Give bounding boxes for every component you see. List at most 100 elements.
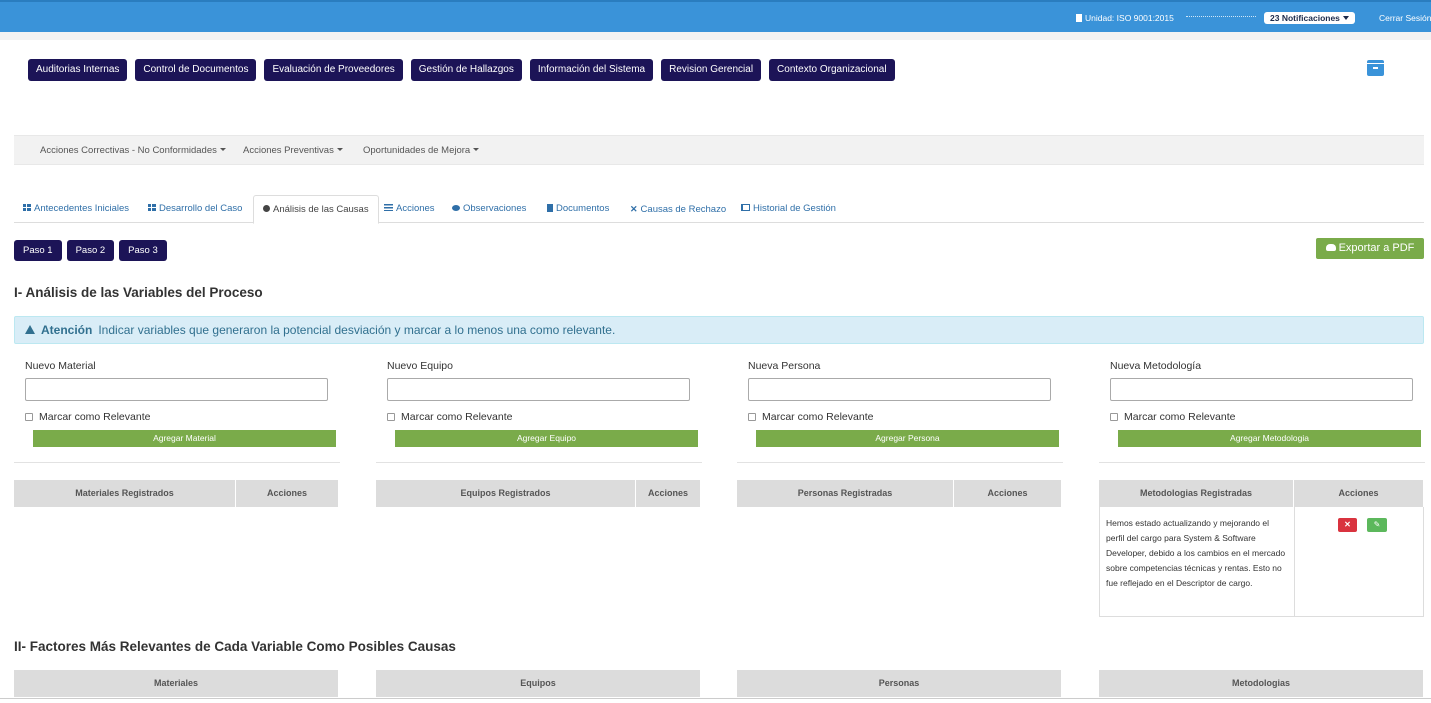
tab-antecedentes[interactable]: Antecedentes Iniciales — [14, 195, 138, 223]
metodologia-relevant-checkbox[interactable] — [1110, 413, 1118, 421]
tab-label: Desarrollo del Caso — [159, 203, 243, 214]
persona-relevant-checkbox[interactable] — [748, 413, 756, 421]
attention-alert: Atención Indicar variables que generaron … — [14, 316, 1424, 344]
info-icon — [263, 205, 270, 212]
alert-text: Indicar variables que generaron la poten… — [98, 323, 616, 337]
menu-label: Acciones Correctivas - No Conformidades — [40, 145, 217, 156]
grid-icon — [23, 204, 31, 211]
export-label: Exportar a PDF — [1338, 242, 1415, 254]
caret-down-icon — [219, 148, 226, 151]
notifications-dropdown[interactable]: 23 Notificaciones — [1264, 12, 1355, 24]
th-personas-registradas: Personas Registradas — [737, 480, 954, 507]
paso-3-button[interactable]: Paso 3 — [119, 240, 167, 261]
tab-analisis[interactable]: Análisis de las Causas — [253, 195, 379, 224]
tab-label: Documentos — [556, 203, 610, 214]
material-relevant-checkbox[interactable] — [25, 413, 33, 421]
tab-label: Causas de Rechazo — [640, 204, 727, 215]
history-icon — [741, 204, 750, 211]
tab-desarrollo[interactable]: Desarrollo del Caso — [139, 195, 251, 223]
unit-indicator: Unidad: ISO 9001:2015 — [1076, 13, 1174, 23]
equipo-input[interactable] — [387, 378, 690, 401]
tab-label: Antecedentes Iniciales — [34, 203, 130, 214]
th-factor-personas: Personas — [737, 670, 1061, 697]
submenu-bar: Acciones Correctivas - No Conformidades … — [14, 135, 1424, 165]
th-acciones: Acciones — [954, 480, 1061, 507]
tab-label: Acciones — [396, 203, 435, 214]
menu-acciones-correctivas[interactable]: Acciones Correctivas - No Conformidades — [40, 145, 226, 156]
nav-auditorias-internas[interactable]: Auditorias Internas — [28, 59, 128, 81]
material-label: Nuevo Material — [25, 360, 96, 372]
delete-button[interactable]: ✕ — [1338, 518, 1357, 532]
user-name-placeholder — [1186, 16, 1256, 18]
tab-documentos[interactable]: Documentos — [538, 195, 618, 223]
menu-acciones-preventivas[interactable]: Acciones Preventivas — [243, 145, 343, 156]
th-metodologias-registradas: Metodologias Registradas — [1099, 480, 1294, 507]
menu-label: Oportunidades de Mejora — [363, 145, 471, 156]
th-acciones: Acciones — [236, 480, 338, 507]
section-1-title: I- Análisis de las Variables del Proceso — [14, 285, 263, 300]
paso-2-button[interactable]: Paso 2 — [66, 240, 115, 261]
warning-icon — [25, 325, 35, 334]
tab-observaciones[interactable]: Observaciones — [443, 195, 535, 223]
th-factor-materiales: Materiales — [14, 670, 338, 697]
divider — [1099, 462, 1425, 463]
metodologia-relevant-label: Marcar como Relevante — [1124, 411, 1236, 423]
comment-icon — [452, 205, 460, 211]
nav-gestion-hallazgos[interactable]: Gestión de Hallazgos — [410, 59, 522, 81]
metodologia-input[interactable] — [1110, 378, 1413, 401]
case-tabs: Antecedentes Iniciales Desarrollo del Ca… — [14, 195, 1424, 224]
th-factor-equipos: Equipos — [376, 670, 700, 697]
th-equipos-registrados: Equipos Registrados — [376, 480, 636, 507]
divider — [737, 462, 1063, 463]
metodologia-row-text: Hemos estado actualizando y mejorando el… — [1106, 518, 1286, 588]
divider — [14, 462, 340, 463]
add-material-button[interactable]: Agregar Material — [33, 430, 336, 447]
sub-band — [0, 32, 1431, 40]
tab-acciones[interactable]: Acciones — [375, 195, 444, 223]
menu-oportunidades-mejora[interactable]: Oportunidades de Mejora — [363, 145, 480, 156]
material-relevant-label: Marcar como Relevante — [39, 411, 151, 423]
list-icon — [384, 204, 393, 211]
equipo-relevant-checkbox[interactable] — [387, 413, 395, 421]
grid-icon — [148, 204, 156, 211]
divider — [376, 462, 702, 463]
equipo-label: Nuevo Equipo — [387, 360, 453, 372]
persona-relevant-label: Marcar como Relevante — [762, 411, 874, 423]
tab-causas-rechazo[interactable]: ✕ Causas de Rechazo — [621, 195, 735, 223]
material-input[interactable] — [25, 378, 328, 401]
th-acciones: Acciones — [1294, 480, 1423, 507]
nav-revision-gerencial[interactable]: Revision Gerencial — [661, 59, 762, 81]
nav-contexto-organizacional[interactable]: Contexto Organizacional — [769, 59, 895, 81]
file-icon — [547, 204, 553, 212]
add-persona-button[interactable]: Agregar Persona — [756, 430, 1059, 447]
logout-link[interactable]: Cerrar Sesión — [1379, 13, 1431, 23]
table-row: Hemos estado actualizando y mejorando el… — [1099, 507, 1295, 617]
th-acciones: Acciones — [636, 480, 700, 507]
edit-button[interactable]: ✎ — [1367, 518, 1387, 532]
paso-1-button[interactable]: Paso 1 — [14, 240, 62, 261]
caret-down-icon — [336, 148, 343, 151]
section-2-title: II- Factores Más Relevantes de Cada Vari… — [14, 639, 456, 654]
tab-historial[interactable]: Historial de Gestión — [732, 195, 845, 223]
close-icon: ✕ — [630, 204, 638, 214]
nav-informacion-sistema[interactable]: Información del Sistema — [529, 59, 654, 81]
tab-label: Análisis de las Causas — [273, 204, 369, 215]
main-nav: Auditorias Internas Control de Documento… — [28, 59, 895, 81]
nav-control-documentos[interactable]: Control de Documentos — [135, 59, 257, 81]
metodologia-label: Nueva Metodología — [1110, 360, 1202, 372]
caret-down-icon — [1342, 16, 1349, 20]
caret-down-icon — [473, 148, 480, 151]
th-materiales-registrados: Materiales Registrados — [14, 480, 236, 507]
tab-label: Historial de Gestión — [753, 203, 836, 214]
persona-input[interactable] — [748, 378, 1051, 401]
edit-icon: ✎ — [1373, 520, 1381, 529]
notifications-label: 23 Notificaciones — [1270, 13, 1340, 23]
nav-evaluacion-proveedores[interactable]: Evaluación de Proveedores — [264, 59, 403, 81]
add-metodologia-button[interactable]: Agregar Metodologia — [1118, 430, 1421, 447]
add-equipo-button[interactable]: Agregar Equipo — [395, 430, 698, 447]
step-buttons: Paso 1 Paso 2 Paso 3 — [14, 240, 167, 261]
export-pdf-button[interactable]: Exportar a PDF — [1316, 238, 1424, 259]
alert-title: Atención — [41, 323, 93, 337]
divider — [0, 698, 1431, 699]
archive-icon[interactable] — [1367, 60, 1384, 76]
